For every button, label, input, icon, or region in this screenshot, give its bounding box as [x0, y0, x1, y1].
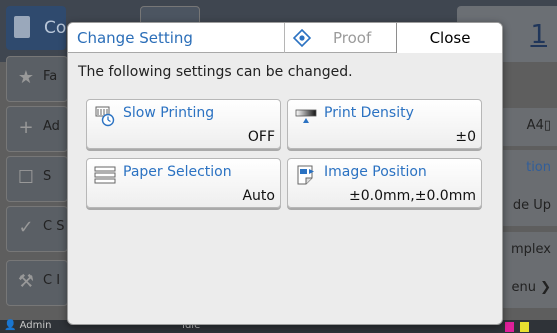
- background-sidebar-item: ⚒ C I: [6, 260, 68, 306]
- close-button[interactable]: Close: [396, 23, 502, 53]
- background-sidebar-item: ☐ S: [6, 156, 68, 202]
- background-sidebar-item: ✓ C S: [6, 206, 68, 252]
- proof-button[interactable]: Proof: [284, 23, 396, 53]
- image-position-value: ±0.0mm,±0.0mm: [349, 188, 476, 204]
- change-setting-dialog: Change Setting Proof Close The following…: [67, 22, 503, 325]
- proof-icon: [293, 29, 311, 47]
- ink-level-icon: [505, 322, 514, 332]
- proof-label: Proof: [333, 29, 372, 47]
- image-position-label: Image Position: [324, 164, 427, 180]
- background-sidebar: ★ Fa + Ad ☐ S ✓ C S ⚒ C I: [0, 50, 70, 320]
- dialog-header: Change Setting Proof Close: [68, 23, 502, 53]
- background-sidebar-item: ★ Fa: [6, 56, 68, 102]
- dialog-description: The following settings can be changed.: [78, 64, 353, 80]
- slow-printing-icon: [95, 106, 115, 127]
- background-mode-tab: Co: [6, 6, 66, 50]
- copies-count: 1: [530, 20, 547, 50]
- background-right-button: mplex: [500, 232, 557, 270]
- slow-printing-label: Slow Printing: [123, 105, 215, 121]
- status-user: 👤 Admin: [4, 320, 52, 331]
- dialog-title: Change Setting: [77, 29, 193, 47]
- image-position-button[interactable]: Image Position ±0.0mm,±0.0mm: [287, 158, 482, 208]
- background-right-button: tion: [500, 150, 557, 188]
- slow-printing-button[interactable]: Slow Printing OFF: [86, 99, 281, 149]
- checkbox-icon: ☐: [17, 167, 35, 188]
- wrench-icon: ⚒: [17, 271, 35, 292]
- document-icon: [14, 16, 30, 38]
- print-density-value: ±0: [455, 129, 476, 145]
- background-right-button: enu ❯: [500, 270, 557, 308]
- background-sidebar-item: + Ad: [6, 106, 68, 152]
- favorite-icon: ★: [17, 67, 35, 88]
- add-icon: +: [18, 117, 34, 138]
- print-density-button[interactable]: Print Density ±0: [287, 99, 482, 149]
- paper-selection-value: Auto: [242, 188, 275, 204]
- print-density-label: Print Density: [324, 105, 414, 121]
- check-icon: ✓: [18, 217, 34, 238]
- slow-printing-value: OFF: [247, 129, 275, 145]
- ink-level-icon: [520, 322, 529, 332]
- background-title: Co: [44, 18, 67, 38]
- background-right-button: de Up: [500, 188, 557, 226]
- paper-selection-icon: [94, 166, 116, 184]
- background-right-button: A4▯: [500, 108, 557, 146]
- image-position-icon: [297, 165, 314, 185]
- paper-selection-button[interactable]: Paper Selection Auto: [86, 158, 281, 208]
- paper-selection-label: Paper Selection: [123, 164, 232, 180]
- print-density-icon: [295, 109, 317, 123]
